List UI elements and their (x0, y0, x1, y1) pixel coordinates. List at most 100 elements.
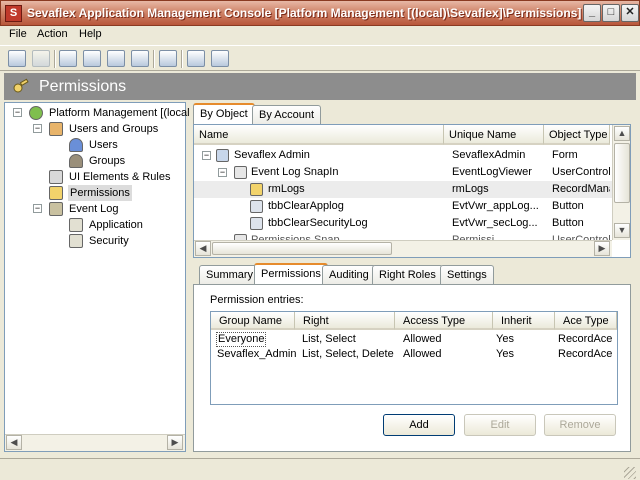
cell-group-name: Sevaflex_Admin (217, 348, 297, 360)
navigation-tree[interactable]: − Platform Management [(local − Users an… (4, 102, 190, 452)
resize-grip-icon[interactable] (624, 467, 636, 479)
edit-button[interactable]: Edit (464, 414, 536, 436)
button-icon (250, 217, 263, 230)
tree-label: Security (89, 235, 129, 247)
cell-name: Event Log SnapIn (251, 166, 339, 178)
table-row[interactable]: rmLogs rmLogs RecordMana (194, 181, 612, 198)
refresh-icon[interactable] (83, 50, 101, 67)
connect-icon[interactable] (107, 50, 125, 67)
scroll-up-icon[interactable]: ▲ (614, 126, 630, 141)
column-header-right[interactable]: Right (295, 312, 395, 330)
grid-vertical-scrollbar[interactable]: ▲ ▼ (612, 125, 630, 240)
users-groups-icon (49, 122, 63, 136)
scroll-left-icon[interactable]: ◀ (6, 435, 22, 450)
cell-right: List, Select, Delete (302, 348, 394, 360)
grid-horizontal-scrollbar[interactable]: ◀ ▶ (194, 240, 612, 257)
record-icon (250, 183, 263, 196)
permissions-key-icon (13, 78, 29, 93)
tab-permissions[interactable]: Permissions (254, 263, 328, 285)
properties-icon[interactable] (59, 50, 77, 67)
column-header-object-type[interactable]: Object Type (544, 125, 610, 145)
snapin-icon[interactable] (159, 50, 177, 67)
window-new-icon[interactable] (187, 50, 205, 67)
collapse-icon[interactable]: − (218, 168, 227, 177)
cell-unique-name: rmLogs (452, 183, 489, 195)
cell-name: tbbClearSecurityLog (268, 217, 368, 229)
table-row[interactable]: tbbClearApplog EvtVwr_appLog... Button (194, 198, 612, 215)
table-row[interactable]: − Sevaflex Admin SevaflexAdmin Form (194, 147, 612, 164)
table-row[interactable]: tbbClearSecurityLog EvtVwr_secLog... But… (194, 215, 612, 232)
collapse-icon[interactable]: − (202, 151, 211, 160)
tab-right-roles[interactable]: Right Roles (372, 265, 443, 285)
scroll-thumb[interactable] (212, 242, 392, 255)
title-bar[interactable]: S Sevaflex Application Management Consol… (0, 0, 640, 26)
menu-action[interactable]: Action (37, 28, 68, 40)
button-icon (250, 200, 263, 213)
toolbar (0, 45, 640, 71)
cell-right: List, Select (302, 333, 356, 345)
scroll-down-icon[interactable]: ▼ (614, 223, 630, 238)
table-row[interactable]: − Event Log SnapIn EventLogViewer UserCo… (194, 164, 612, 181)
collapse-icon[interactable]: − (33, 124, 42, 133)
permission-entries-label: Permission entries: (210, 294, 304, 306)
toolbar-separator (153, 50, 155, 68)
section-header: Permissions (4, 73, 636, 100)
add-button[interactable]: Add (383, 414, 455, 436)
cell-unique-name: EventLogViewer (452, 166, 532, 178)
save-icon[interactable] (32, 50, 50, 67)
scroll-thumb[interactable] (614, 143, 630, 203)
tab-summary[interactable]: Summary (199, 265, 261, 285)
control-icon (234, 166, 247, 179)
column-header-name[interactable]: Name (194, 125, 444, 145)
permission-entries-list[interactable]: Group Name Right Access Type Inherit Ace… (210, 311, 618, 405)
collapse-icon[interactable]: − (13, 108, 22, 117)
minimize-button[interactable]: _ (583, 4, 601, 22)
cell-unique-name: SevaflexAdmin (452, 149, 526, 161)
cell-inherit: Yes (496, 333, 514, 345)
platform-icon (29, 106, 43, 120)
tree-label: Users (89, 139, 118, 151)
column-header-ace-type[interactable]: Ace Type (555, 312, 617, 330)
cell-ace-type: RecordAce (558, 348, 613, 360)
tab-settings[interactable]: Settings (440, 265, 494, 285)
list-item[interactable]: Sevaflex_Admin List, Select, Delete Allo… (211, 347, 617, 362)
object-grid[interactable]: Name Unique Name Object Type − Sevaflex … (193, 124, 631, 258)
tree-horizontal-scrollbar[interactable]: ◀ ▶ (5, 434, 185, 451)
help-icon[interactable] (131, 50, 149, 67)
toolbar-separator (181, 50, 183, 68)
scroll-left-icon[interactable]: ◀ (195, 241, 211, 256)
cell-unique-name: EvtVwr_secLog... (452, 217, 538, 229)
cell-inherit: Yes (496, 348, 514, 360)
maximize-button[interactable]: □ (602, 4, 620, 22)
tree-label: Groups (89, 155, 126, 167)
form-icon (216, 149, 229, 162)
column-header-inherit[interactable]: Inherit (493, 312, 555, 330)
window-split-icon[interactable] (211, 50, 229, 67)
remove-button[interactable]: Remove (544, 414, 616, 436)
tab-by-object[interactable]: By Object (193, 103, 255, 125)
cell-object-type: Form (552, 149, 578, 161)
cell-object-type: Button (552, 217, 584, 229)
tree-label: Permissions (68, 185, 132, 201)
scroll-right-icon[interactable]: ▶ (594, 241, 610, 256)
back-icon[interactable] (8, 50, 26, 67)
cell-object-type: UserControl (552, 166, 610, 178)
log-file-icon (69, 234, 83, 248)
cell-group-name: Everyone (216, 332, 267, 347)
tree-label: Application (89, 219, 143, 231)
column-header-unique-name[interactable]: Unique Name (444, 125, 544, 145)
menu-help[interactable]: Help (79, 28, 102, 40)
toolbar-separator (54, 50, 56, 68)
column-header-access-type[interactable]: Access Type (395, 312, 493, 330)
list-item[interactable]: Everyone List, Select Allowed Yes Record… (211, 332, 617, 347)
close-button[interactable]: ✕ (621, 4, 639, 22)
permissions-tab-panel: Permission entries: Group Name Right Acc… (193, 284, 631, 452)
collapse-icon[interactable]: − (33, 204, 42, 213)
menu-file[interactable]: File (9, 28, 27, 40)
cell-object-type: RecordMana (552, 183, 610, 195)
scroll-right-icon[interactable]: ▶ (167, 435, 183, 450)
tab-auditing[interactable]: Auditing (322, 265, 376, 285)
tree-label: UI Elements & Rules (69, 171, 171, 183)
column-header-group-name[interactable]: Group Name (211, 312, 295, 330)
tab-by-account[interactable]: By Account (252, 105, 322, 125)
